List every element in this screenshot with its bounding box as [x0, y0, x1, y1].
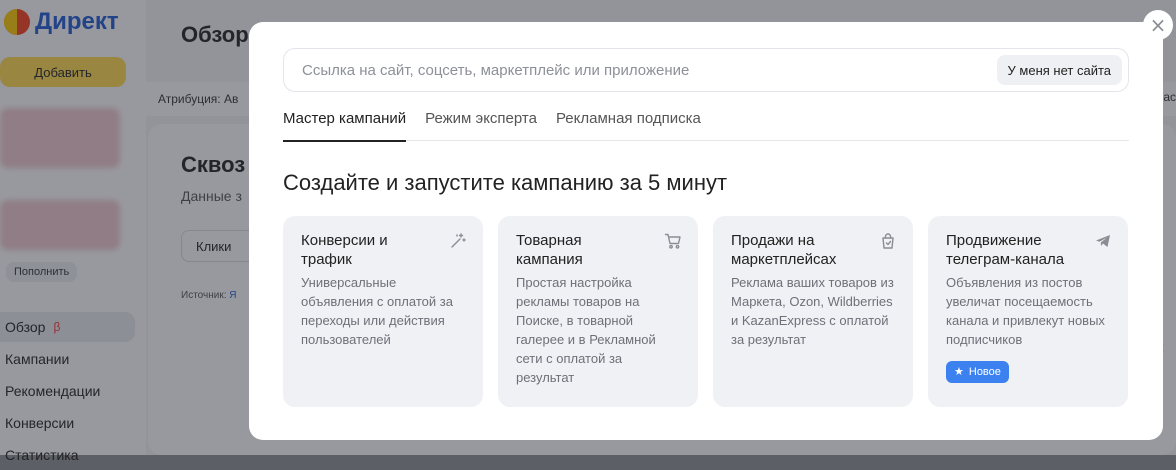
mode-tabs: Мастер кампаний Режим эксперта Рекламная… [283, 109, 1129, 142]
url-field: У меня нет сайта [283, 48, 1129, 92]
card-telegram-promotion[interactable]: Продвижение телеграм-канала Объявления и… [928, 216, 1128, 407]
tab-campaign-wizard[interactable]: Мастер кампаний [283, 109, 407, 142]
card-description: Реклама ваших товаров из Маркета, Ozon, … [731, 275, 894, 347]
tab-ad-subscription[interactable]: Рекламная подписка [556, 109, 701, 141]
card-title: Товарная кампания [516, 232, 583, 268]
shopping-bag-icon [882, 233, 894, 249]
card-conversions-traffic[interactable]: Конверсии и трафик Универсальные объявле… [283, 216, 483, 407]
star-icon: ★ [954, 365, 964, 378]
modal-heading: Создайте и запустите кампанию за 5 минут [283, 170, 728, 195]
campaign-type-cards: Конверсии и трафик Универсальные объявле… [283, 216, 1128, 407]
card-title: Продажи на маркетплейсах [731, 232, 837, 268]
url-input[interactable] [302, 61, 997, 79]
card-title: Продвижение телеграм-канала [946, 232, 1065, 268]
card-description: Простая настройка рекламы товаров на Пои… [516, 275, 656, 385]
no-site-button[interactable]: У меня нет сайта [996, 55, 1122, 85]
telegram-icon [1096, 235, 1110, 247]
close-button[interactable]: × [1143, 10, 1173, 40]
create-campaign-modal: У меня нет сайта Мастер кампаний Режим э… [249, 22, 1163, 440]
card-description: Универсальные объявления с оплатой за пе… [301, 275, 453, 347]
tab-expert-mode[interactable]: Режим эксперта [425, 109, 537, 141]
card-title: Конверсии и трафик [301, 232, 388, 268]
new-badge: ★ Новое [946, 361, 1009, 383]
badge-label: Новое [968, 366, 1001, 378]
cart-icon [664, 233, 681, 249]
magic-wand-icon [451, 233, 466, 248]
card-marketplace-sales[interactable]: Продажи на маркетплейсах Реклама ваших т… [713, 216, 913, 407]
card-product-campaign[interactable]: Товарная кампания Простая настройка рекл… [498, 216, 698, 407]
card-description: Объявления из постов увеличат посещаемос… [946, 275, 1105, 347]
